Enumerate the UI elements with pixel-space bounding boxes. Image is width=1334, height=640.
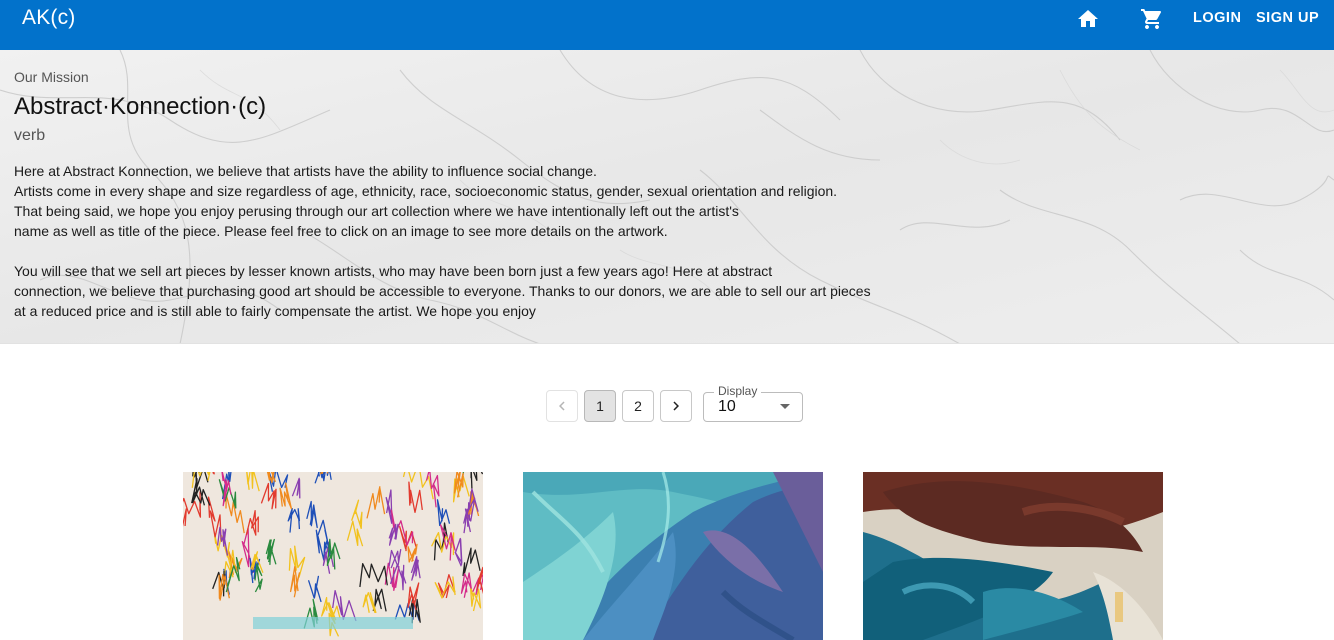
signup-link[interactable]: SIGN UP — [1256, 10, 1319, 26]
mission-line: Here at Abstract Konnection, we believe … — [14, 163, 597, 179]
next-page-button[interactable] — [660, 390, 692, 422]
mission-line: at a reduced price and is still able to … — [14, 303, 536, 319]
artwork-card-2[interactable] — [523, 472, 823, 640]
brand-logo[interactable]: AK(c) — [22, 6, 76, 30]
page-button-2[interactable]: 2 — [622, 390, 654, 422]
display-value: 10 — [718, 398, 736, 415]
mission-line: That being said, we hope you enjoy perus… — [14, 203, 739, 219]
app-bar: AK(c) LOGIN SIGN UP — [0, 0, 1334, 50]
chevron-left-icon — [559, 401, 565, 411]
shopping-cart-icon[interactable] — [1140, 7, 1164, 31]
mission-line: Artists come in every shape and size reg… — [14, 183, 838, 199]
home-icon[interactable] — [1076, 7, 1100, 31]
mission-title: Abstract·Konnection·(c) — [14, 93, 267, 120]
artwork-colorful-scribbles — [183, 472, 483, 640]
part-of-speech: verb — [14, 127, 46, 144]
artwork-blue-teal-strokes — [523, 472, 823, 640]
login-link[interactable]: LOGIN — [1193, 10, 1241, 26]
artwork-card-1[interactable] — [183, 472, 483, 640]
mission-line: name as well as title of the piece. Plea… — [14, 223, 668, 239]
artwork-card-3[interactable] — [863, 472, 1163, 640]
mission-line: connection, we believe that purchasing g… — [14, 283, 871, 299]
chevron-right-icon — [673, 401, 679, 411]
caret-down-icon — [780, 404, 790, 409]
page-button-1[interactable]: 1 — [584, 390, 616, 422]
display-count-select[interactable]: Display 10 — [703, 384, 803, 422]
scribble-band — [253, 617, 413, 629]
mission-text: Here at Abstract Konnection, we believe … — [14, 161, 914, 321]
previous-page-button[interactable] — [546, 390, 578, 422]
mission-line: You will see that we sell art pieces by … — [14, 263, 773, 279]
artwork-brown-teal-abstract — [863, 472, 1163, 640]
mission-eyebrow: Our Mission — [14, 69, 89, 85]
mission-banner: Our Mission Abstract·Konnection·(c) verb… — [0, 50, 1334, 344]
display-label: Display — [714, 384, 762, 398]
